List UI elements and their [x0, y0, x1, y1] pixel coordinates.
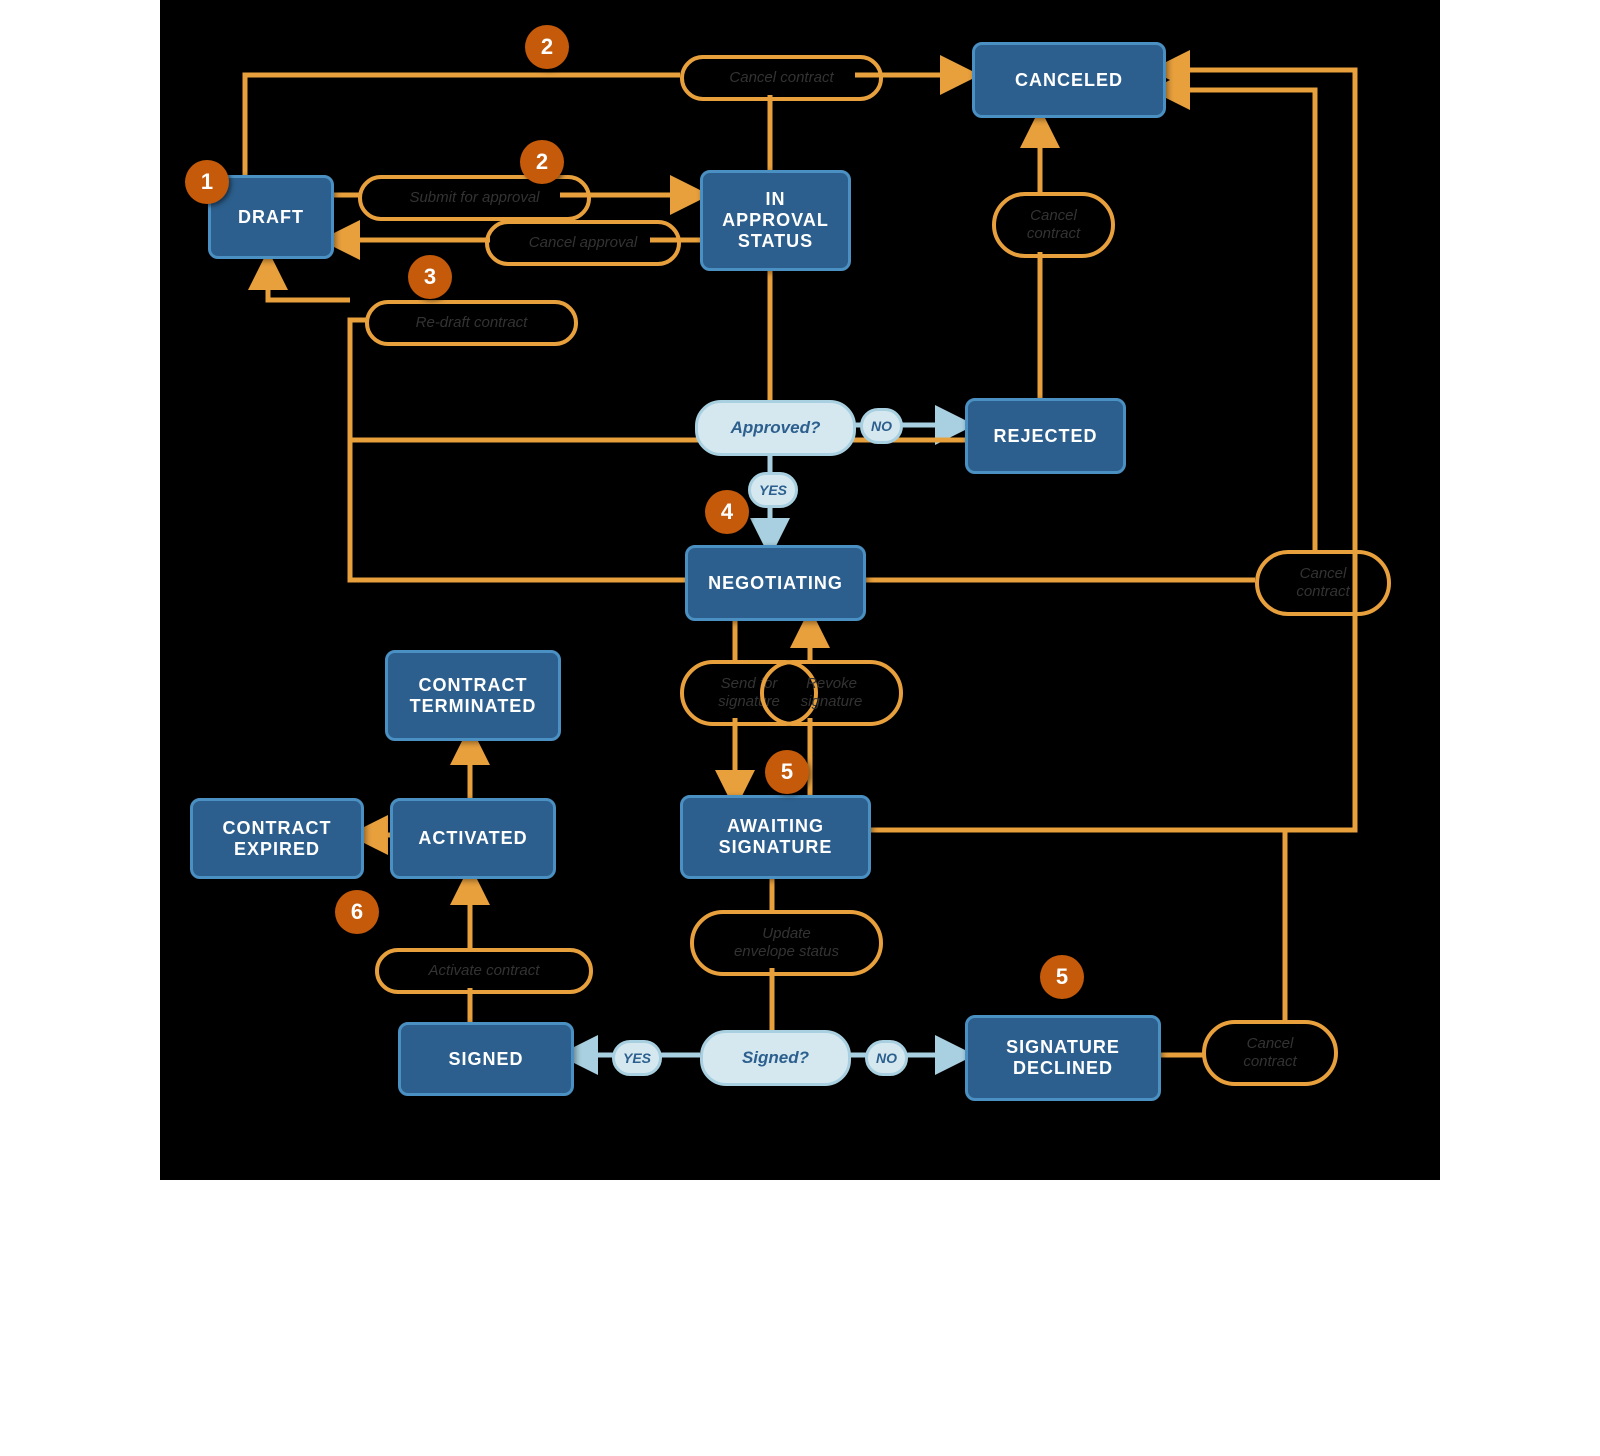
label: Cancel contract [1027, 207, 1080, 243]
marker-2b: 2 [520, 140, 564, 184]
label: Revoke signature [801, 675, 863, 711]
label: NEGOTIATING [708, 573, 843, 594]
marker-3: 3 [408, 255, 452, 299]
marker-5b: 5 [1040, 955, 1084, 999]
action-cancel-contract-top: Cancel contract [680, 55, 883, 101]
label: 6 [351, 899, 363, 925]
label: ACTIVATED [418, 828, 527, 849]
label: CONTRACT EXPIRED [223, 818, 332, 860]
decision-signed-yes: YES [612, 1040, 662, 1076]
label: Re-draft contract [416, 314, 528, 332]
label: IN APPROVAL STATUS [722, 189, 829, 252]
label: CONTRACT TERMINATED [410, 675, 537, 717]
label: NO [871, 418, 892, 434]
decision-approved: Approved? [695, 400, 856, 456]
state-contract-expired: CONTRACT EXPIRED [190, 798, 364, 879]
action-cancel-contract-sigdeclined: Cancel contract [1202, 1020, 1338, 1086]
action-revoke-signature: Revoke signature [760, 660, 903, 726]
label: 3 [424, 264, 436, 290]
label: CANCELED [1015, 70, 1123, 91]
decision-approved-yes: YES [748, 472, 798, 508]
label: Signed? [742, 1048, 809, 1068]
state-canceled: CANCELED [972, 42, 1166, 118]
decision-signed: Signed? [700, 1030, 851, 1086]
state-in-approval: IN APPROVAL STATUS [700, 170, 851, 271]
label: 2 [541, 34, 553, 60]
marker-5a: 5 [765, 750, 809, 794]
label: Submit for approval [409, 189, 539, 207]
state-negotiating: NEGOTIATING [685, 545, 866, 621]
label: AWAITING SIGNATURE [719, 816, 833, 858]
label: SIGNATURE DECLINED [1006, 1037, 1120, 1079]
marker-4: 4 [705, 490, 749, 534]
action-cancel-approval: Cancel approval [485, 220, 681, 266]
label: Cancel approval [529, 234, 637, 252]
label: 4 [721, 499, 733, 525]
label: Approved? [731, 418, 821, 438]
label: YES [759, 482, 787, 498]
label: SIGNED [448, 1049, 523, 1070]
action-submit-for-approval: Submit for approval [358, 175, 591, 221]
decision-approved-no: NO [860, 408, 903, 444]
state-activated: ACTIVATED [390, 798, 556, 879]
label: 5 [781, 759, 793, 785]
label: Cancel contract [1296, 565, 1349, 601]
label: Cancel contract [729, 69, 833, 87]
label: REJECTED [993, 426, 1097, 447]
state-rejected: REJECTED [965, 398, 1126, 474]
action-redraft-contract: Re-draft contract [365, 300, 578, 346]
label: 1 [201, 169, 213, 195]
state-signature-declined: SIGNATURE DECLINED [965, 1015, 1161, 1101]
state-contract-terminated: CONTRACT TERMINATED [385, 650, 561, 741]
action-update-envelope-status: Update envelope status [690, 910, 883, 976]
flowchart-canvas: DRAFT IN APPROVAL STATUS CANCELED REJECT… [160, 0, 1440, 1180]
action-activate-contract: Activate contract [375, 948, 593, 994]
label: 5 [1056, 964, 1068, 990]
label: YES [623, 1050, 651, 1066]
marker-1: 1 [185, 160, 229, 204]
label: Activate contract [429, 962, 540, 980]
label: NO [876, 1050, 897, 1066]
marker-2a: 2 [525, 25, 569, 69]
marker-6: 6 [335, 890, 379, 934]
action-cancel-contract-negotiating: Cancel contract [1255, 550, 1391, 616]
label: Cancel contract [1243, 1035, 1296, 1071]
state-awaiting-signature: AWAITING SIGNATURE [680, 795, 871, 879]
state-signed: SIGNED [398, 1022, 574, 1096]
decision-signed-no: NO [865, 1040, 908, 1076]
label: 2 [536, 149, 548, 175]
label: Update envelope status [734, 925, 839, 961]
action-cancel-contract-rejected: Cancel contract [992, 192, 1115, 258]
label: DRAFT [238, 207, 304, 228]
